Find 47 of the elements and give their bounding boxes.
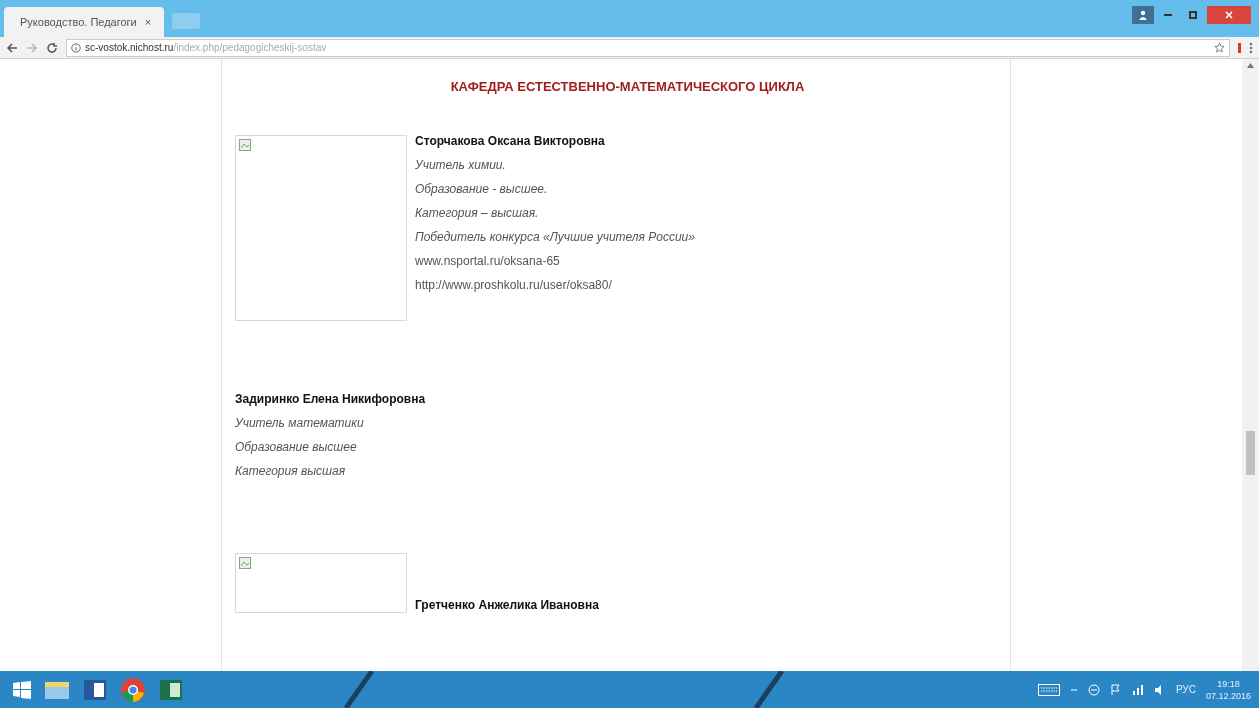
broken-image-icon [239, 556, 251, 569]
browser-icon[interactable] [120, 676, 146, 703]
teacher-name: Задиринко Елена Никифоровна [235, 390, 427, 408]
info-line: Победитель конкурса «Лучшие учителя России» [415, 228, 695, 246]
tab-close-button[interactable]: × [144, 13, 152, 31]
network-icon[interactable] [1087, 683, 1100, 696]
back-icon[interactable] [6, 41, 18, 54]
tab-title: Руководство. Педагоги [20, 14, 137, 30]
taskbar-stripe-drawing [344, 671, 374, 708]
scroll-up-arrow-icon[interactable] [1247, 63, 1254, 68]
reload-icon[interactable] [46, 41, 58, 54]
info-line: Учитель математики [235, 414, 365, 432]
keyboard-icon[interactable] [1037, 683, 1060, 696]
clock-date: 07.12.2016 [1205, 689, 1251, 702]
clock[interactable]: 19:18 07.12.2016 [1205, 677, 1251, 702]
address-field[interactable]: sc-vostok.nichost.ru/index.php/pedagogicheskij-sostav [66, 38, 1230, 57]
clock-time: 19:18 [1217, 677, 1240, 690]
info-line: Образование - высшее. [415, 180, 549, 198]
info-line: Категория – высшая. [415, 204, 540, 222]
broken-image-icon [239, 138, 251, 151]
info-line: www.nsportal.ru/oksana-65 [415, 252, 561, 270]
user-icon [1138, 10, 1148, 20]
flag-icon[interactable] [1109, 683, 1122, 696]
close-icon [1225, 11, 1233, 19]
star-icon[interactable] [1214, 42, 1225, 53]
scrollbar-thumb[interactable] [1246, 431, 1255, 475]
url-host: sc-vostok.nichost.ru [85, 41, 174, 55]
info-line: Образование высшее [235, 438, 358, 456]
signal-icon[interactable] [1131, 683, 1144, 696]
taskbar-stripe-drawing [754, 671, 784, 708]
info-line: Учитель химии. [415, 156, 507, 174]
windows-logo-icon[interactable] [12, 679, 32, 700]
document-icon[interactable] [82, 677, 108, 702]
info-icon [71, 42, 81, 53]
user-button[interactable] [1132, 6, 1154, 24]
menu-icon[interactable] [1249, 41, 1253, 54]
department-heading: КАФЕДРА ЕСТЕСТВЕННО-МАТЕМАТИЧЕСКОГО ЦИКЛА [449, 78, 806, 96]
teacher-name: Сторчакова Оксана Викторовна [415, 132, 606, 150]
browser-tab[interactable]: Руководство. Педагоги × [4, 7, 164, 37]
teacher-name: Гретченко Анжелика Ивановна [415, 596, 599, 613]
spreadsheet-icon[interactable] [158, 677, 184, 702]
url-path: /index.php/pedagogicheskij-sostav [173, 41, 327, 55]
info-line: http://www.proshkolu.ru/user/oksa80/ [415, 276, 613, 294]
info-line: Категория высшая [235, 462, 347, 480]
extension-icon[interactable] [1238, 42, 1241, 53]
language-indicator[interactable]: РУС [1175, 682, 1196, 697]
scrollbar[interactable] [1242, 59, 1259, 671]
